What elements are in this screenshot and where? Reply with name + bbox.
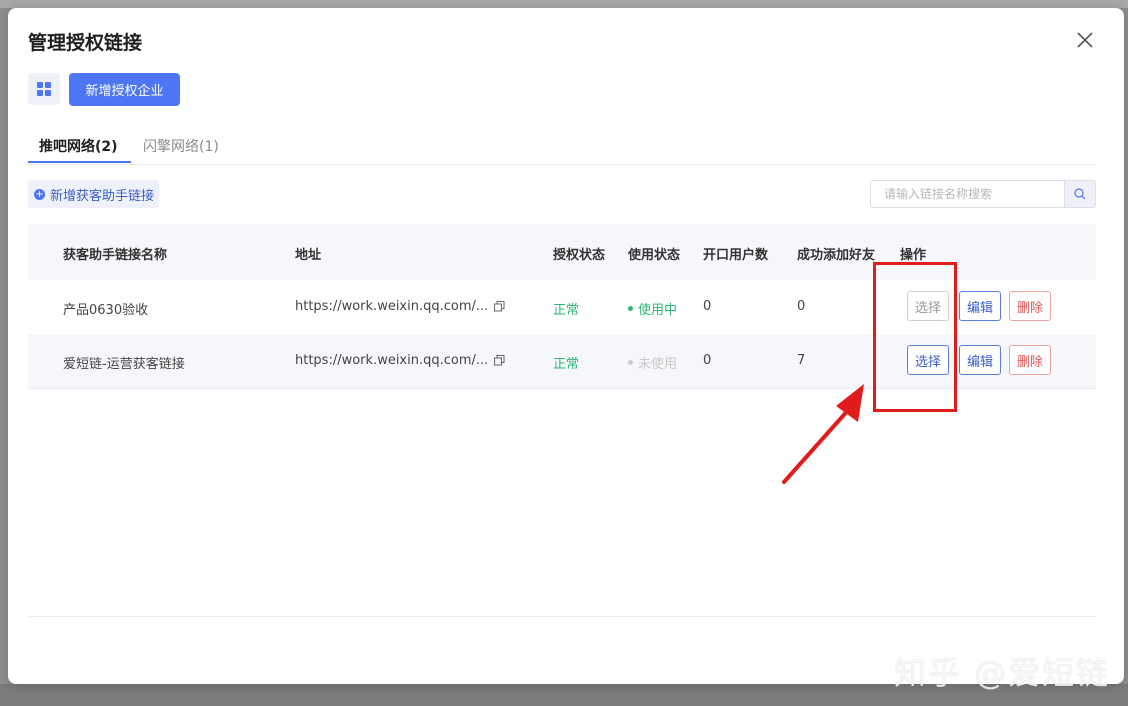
annotation-arrow-icon — [782, 384, 864, 484]
header-auth-status: 授权状态 — [553, 248, 606, 263]
user-count: 0 — [703, 353, 712, 368]
search-icon — [1074, 188, 1086, 200]
manage-auth-links-dialog: 管理授权链接 新增授权企业 推吧网络(2) 闪擎网络(1) + 新增获客助手链接… — [8, 8, 1124, 692]
friend-count: 7 — [797, 353, 806, 368]
edit-button[interactable]: 编辑 — [959, 345, 1001, 375]
auth-status: 正常 — [553, 303, 580, 318]
tab-shanqing[interactable]: 闪擎网络(1) — [143, 136, 219, 156]
link-url-text: https://work.weixin.qq.com/... — [295, 353, 489, 368]
add-link-label: 新增获客助手链接 — [50, 188, 155, 204]
close-icon[interactable] — [1073, 28, 1097, 52]
plus-icon: + — [34, 188, 45, 200]
grid-view-button[interactable] — [28, 73, 60, 105]
search-button[interactable] — [1064, 180, 1096, 208]
enterprise-tabs: 推吧网络(2) 闪擎网络(1) — [28, 134, 1096, 165]
header-use-status: 使用状态 — [628, 248, 681, 263]
header-name: 获客助手链接名称 — [63, 248, 168, 263]
add-enterprise-button[interactable]: 新增授权企业 — [69, 73, 180, 106]
watermark: 知乎 @爱短链 — [894, 654, 1111, 692]
link-url: https://work.weixin.qq.com/... — [295, 299, 505, 314]
link-url: https://work.weixin.qq.com/... — [295, 353, 505, 368]
link-name: 爱短链-运营获客链接 — [63, 357, 185, 372]
link-url-text: https://work.weixin.qq.com/... — [295, 299, 489, 314]
backdrop-top-strip — [0, 0, 1128, 8]
annotation-highlight-box — [873, 262, 957, 412]
edit-button[interactable]: 编辑 — [959, 291, 1001, 321]
header-url: 地址 — [295, 248, 322, 263]
friend-count: 0 — [797, 299, 806, 314]
copy-icon[interactable] — [494, 301, 505, 312]
use-status-text: 使用中 — [638, 303, 678, 318]
user-count: 0 — [703, 299, 712, 314]
use-status: 使用中 — [628, 299, 677, 318]
status-dot-icon — [628, 360, 633, 365]
footer-divider — [28, 616, 1096, 617]
search-input[interactable] — [870, 180, 1064, 208]
delete-button[interactable]: 删除 — [1009, 291, 1051, 321]
auth-status: 正常 — [553, 357, 580, 372]
active-tab-indicator — [28, 161, 131, 163]
header-friends: 成功添加好友 — [797, 248, 876, 263]
copy-icon[interactable] — [494, 355, 505, 366]
grid-icon — [37, 82, 51, 96]
header-users: 开口用户数 — [703, 248, 769, 263]
status-dot-icon — [628, 306, 633, 311]
use-status-text: 未使用 — [638, 357, 678, 372]
header-actions: 操作 — [900, 248, 927, 263]
link-name: 产品0630验收 — [63, 303, 149, 318]
delete-button[interactable]: 删除 — [1009, 345, 1051, 375]
use-status: 未使用 — [628, 353, 677, 372]
dialog-title: 管理授权链接 — [28, 32, 143, 54]
add-link-button[interactable]: + 新增获客助手链接 — [28, 180, 159, 208]
tab-tuiba[interactable]: 推吧网络(2) — [39, 136, 118, 156]
